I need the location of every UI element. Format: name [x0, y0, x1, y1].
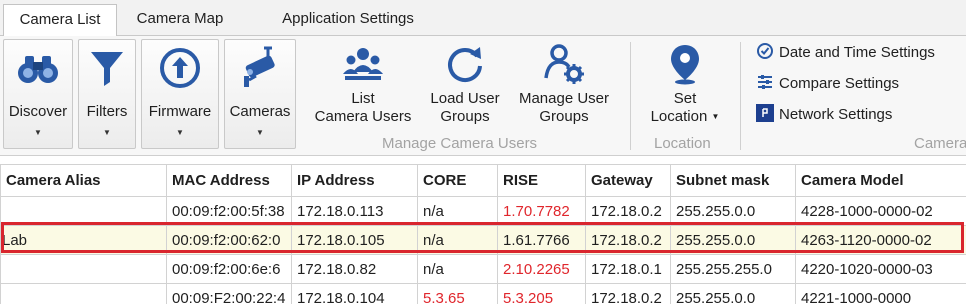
ribbon-group-divider — [630, 42, 631, 150]
manage-user-groups-button[interactable]: Manage User Groups — [512, 42, 616, 126]
column-header-camera-model[interactable]: Camera Model — [795, 164, 966, 197]
refresh-icon — [448, 47, 482, 83]
filters-label: Filters — [86, 103, 128, 120]
cell-mac[interactable]: 00:09:f2:00:62:0 — [166, 225, 292, 255]
cell-rise[interactable]: 5.3.205 — [497, 283, 586, 304]
firmware-label: Firmware — [148, 103, 212, 120]
chevron-down-icon: ▼ — [711, 112, 720, 121]
manage-camera-users-group-caption: Manage Camera Users — [382, 135, 538, 152]
network-settings-label: Network Settings — [779, 106, 893, 123]
set-location-button[interactable]: Set Location ▼ — [640, 42, 730, 126]
cell-gateway[interactable]: 172.18.0.1 — [585, 254, 671, 284]
list-camera-users-button[interactable]: List Camera Users — [308, 42, 418, 126]
chevron-down-icon: ▼ — [103, 128, 111, 137]
set-location-label-line1: Set — [673, 90, 697, 107]
upload-circle-icon — [160, 48, 200, 88]
cell-core[interactable]: n/a — [417, 196, 498, 226]
user-group-icon — [343, 48, 383, 80]
tab-camera-list[interactable]: Camera List — [3, 4, 117, 37]
discover-button[interactable]: Discover ▼ — [3, 39, 73, 149]
binoculars-icon — [18, 56, 58, 83]
cell-rise[interactable]: 2.10.2265 — [497, 254, 586, 284]
column-header-core[interactable]: CORE — [417, 164, 498, 197]
cell-core[interactable]: n/a — [417, 254, 498, 284]
cell-subnet[interactable]: 255.255.0.0 — [670, 196, 796, 226]
clock-check-icon — [757, 43, 773, 59]
table-row-selected[interactable]: Lab 00:09:f2:00:62:0 172.18.0.105 n/a 1.… — [0, 225, 966, 255]
cell-model[interactable]: 4221-1000-0000 — [795, 283, 966, 304]
ribbon: Discover ▼ Filters ▼ Firmware ▼ Cameras … — [0, 36, 966, 156]
table-row[interactable]: 00:09:f2:00:6e:6 172.18.0.82 n/a 2.10.22… — [0, 254, 966, 284]
manage-groups-label-line1: Manage User — [518, 90, 610, 107]
cell-model[interactable]: 4263-1120-0000-02 — [795, 225, 966, 255]
list-users-label-line1: List — [351, 90, 375, 107]
firmware-button[interactable]: Firmware ▼ — [141, 39, 219, 149]
cell-model[interactable]: 4228-1000-0000-02 — [795, 196, 966, 226]
cameras-button[interactable]: Cameras ▼ — [224, 39, 296, 149]
cell-alias[interactable] — [0, 254, 167, 284]
filters-button[interactable]: Filters ▼ — [78, 39, 136, 149]
cell-subnet[interactable]: 255.255.0.0 — [670, 283, 796, 304]
network-icon — [756, 104, 774, 122]
funnel-icon — [91, 52, 123, 86]
discover-label: Discover — [8, 103, 68, 120]
column-header-gateway[interactable]: Gateway — [585, 164, 671, 197]
cell-alias[interactable] — [0, 196, 167, 226]
tab-strip: Camera List Camera Map Application Setti… — [0, 0, 966, 37]
column-header-camera-alias[interactable]: Camera Alias — [0, 164, 167, 197]
manage-groups-label-line2: Groups — [539, 108, 589, 125]
column-header-mac-address[interactable]: MAC Address — [166, 164, 292, 197]
cell-gateway[interactable]: 172.18.0.2 — [585, 196, 671, 226]
map-pin-icon — [671, 45, 699, 85]
cell-core[interactable]: 5.3.65 — [417, 283, 498, 304]
table-row[interactable]: 00:09:F2:00:22:4 172.18.0.104 5.3.65 5.3… — [0, 283, 966, 304]
chevron-down-icon: ▼ — [256, 128, 264, 137]
compare-settings-label: Compare Settings — [779, 75, 900, 92]
cell-mac[interactable]: 00:09:F2:00:22:4 — [166, 283, 292, 304]
camera-settings-group-caption: Camera — [914, 135, 966, 152]
column-header-ip-address[interactable]: IP Address — [291, 164, 418, 197]
compare-sliders-icon — [758, 75, 772, 89]
load-user-groups-button[interactable]: Load User Groups — [420, 42, 510, 126]
cell-alias[interactable]: Lab — [0, 225, 167, 255]
network-settings-button[interactable]: Network Settings — [756, 104, 892, 126]
chevron-down-icon: ▼ — [176, 128, 184, 137]
cell-mac[interactable]: 00:09:f2:00:5f:38 — [166, 196, 292, 226]
ribbon-group-divider — [740, 42, 741, 150]
set-location-label-line2: Location — [650, 108, 708, 125]
cell-rise[interactable]: 1.70.7782 — [497, 196, 586, 226]
list-users-label-line2: Camera Users — [314, 108, 412, 125]
cell-gateway[interactable]: 172.18.0.2 — [585, 225, 671, 255]
compare-settings-button[interactable]: Compare Settings — [756, 73, 899, 95]
tab-application-settings[interactable]: Application Settings — [260, 4, 436, 36]
cell-ip[interactable]: 172.18.0.105 — [291, 225, 418, 255]
security-camera-icon — [244, 46, 275, 87]
user-gear-icon — [544, 44, 584, 84]
location-group-caption: Location — [654, 135, 711, 152]
cell-ip[interactable]: 172.18.0.82 — [291, 254, 418, 284]
column-header-rise[interactable]: RISE — [497, 164, 586, 197]
cell-subnet[interactable]: 255.255.0.0 — [670, 225, 796, 255]
cell-model[interactable]: 4220-1020-0000-03 — [795, 254, 966, 284]
table-header-row: Camera Alias MAC Address IP Address CORE… — [0, 164, 966, 197]
cell-alias[interactable] — [0, 283, 167, 304]
date-time-settings-button[interactable]: Date and Time Settings — [756, 42, 935, 64]
date-time-settings-label: Date and Time Settings — [779, 44, 935, 61]
column-header-subnet-mask[interactable]: Subnet mask — [670, 164, 796, 197]
tab-camera-map[interactable]: Camera Map — [126, 4, 234, 36]
chevron-down-icon: ▼ — [34, 128, 42, 137]
cell-ip[interactable]: 172.18.0.104 — [291, 283, 418, 304]
cell-gateway[interactable]: 172.18.0.2 — [585, 283, 671, 304]
cell-subnet[interactable]: 255.255.255.0 — [670, 254, 796, 284]
cameras-label: Cameras — [229, 103, 291, 120]
camera-table: Camera Alias MAC Address IP Address CORE… — [0, 164, 966, 304]
cell-mac[interactable]: 00:09:f2:00:6e:6 — [166, 254, 292, 284]
cell-rise[interactable]: 1.61.7766 — [497, 225, 586, 255]
load-groups-label-line2: Groups — [440, 108, 490, 125]
cell-core[interactable]: n/a — [417, 225, 498, 255]
load-groups-label-line1: Load User — [430, 90, 500, 107]
table-row[interactable]: 00:09:f2:00:5f:38 172.18.0.113 n/a 1.70.… — [0, 196, 966, 226]
cell-ip[interactable]: 172.18.0.113 — [291, 196, 418, 226]
